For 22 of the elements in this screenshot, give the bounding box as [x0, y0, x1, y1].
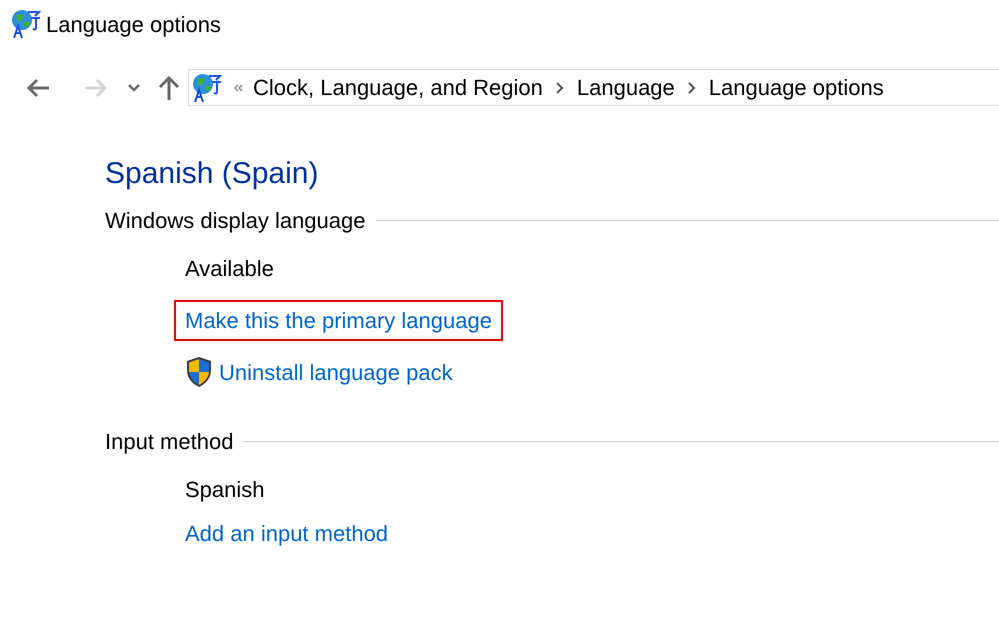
- status-text: Spanish: [185, 476, 265, 504]
- language-icon: [191, 72, 223, 104]
- address-bar[interactable]: Clock, Language, and Region Language Language options: [188, 69, 999, 106]
- double-chevron-icon[interactable]: [233, 84, 243, 92]
- status-text: Available: [185, 254, 274, 282]
- link[interactable]: Make this the primary language: [174, 300, 503, 340]
- language-icon: [10, 8, 42, 40]
- breadcrumb-item[interactable]: Language: [576, 71, 675, 104]
- chevron-down-icon: [127, 82, 141, 92]
- section-title: Input method: [105, 428, 234, 456]
- window-title: Language options: [46, 10, 221, 39]
- page-heading: Spanish (Spain): [105, 156, 320, 192]
- link[interactable]: Add an input method: [185, 516, 388, 550]
- breadcrumb-item[interactable]: Language options: [708, 71, 884, 104]
- chevron-right-icon[interactable]: [686, 80, 697, 94]
- up-arrow-icon: [158, 74, 180, 100]
- chevron-right-icon[interactable]: [554, 80, 565, 94]
- section-title: Windows display language: [105, 207, 366, 235]
- breadcrumb-item[interactable]: Clock, Language, and Region: [253, 71, 543, 104]
- back-arrow-icon: [25, 78, 51, 98]
- link[interactable]: Uninstall language pack: [219, 356, 453, 388]
- forward-arrow-icon: [83, 78, 109, 98]
